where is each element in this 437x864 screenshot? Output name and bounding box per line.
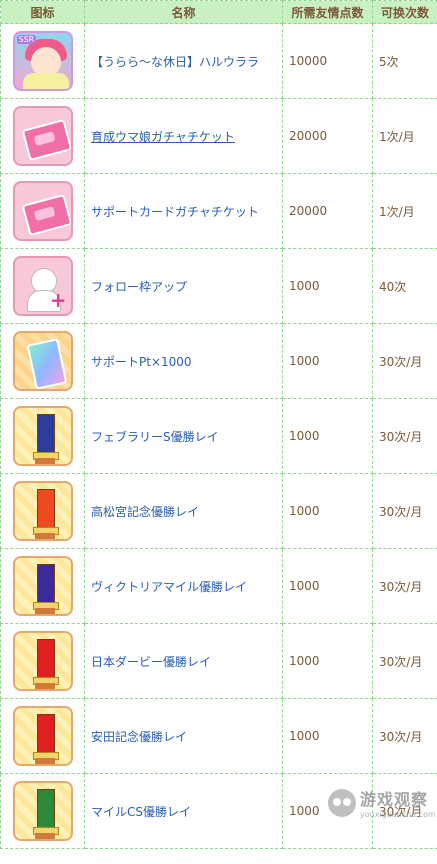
item-name-cell: サポートカードガチャチケット bbox=[84, 173, 283, 249]
table-row: 安田記念優勝レイ 1000 30次/月 bbox=[0, 698, 437, 774]
icon-cell bbox=[0, 698, 85, 774]
character-portrait-icon: SSR bbox=[12, 31, 73, 91]
item-name-cell: サポートPt×1000 bbox=[84, 323, 283, 399]
victory-sash-icon bbox=[12, 481, 73, 541]
limit-cell: 1次/月 bbox=[372, 98, 437, 174]
icon-cell bbox=[0, 98, 85, 174]
gacha-ticket-icon bbox=[12, 106, 73, 166]
follow-slot-icon: + bbox=[12, 256, 73, 316]
item-name: フェブラリーS優勝レイ bbox=[91, 429, 219, 444]
cost-cell: 1000 bbox=[282, 398, 373, 474]
item-name: 高松宮記念優勝レイ bbox=[91, 504, 200, 519]
limit-cell: 30次/月 bbox=[372, 473, 437, 549]
item-name-cell: 高松宮記念優勝レイ bbox=[84, 473, 283, 549]
limit-cell: 1次/月 bbox=[372, 173, 437, 249]
header-icon: 图标 bbox=[0, 0, 85, 24]
icon-cell bbox=[0, 773, 85, 849]
header-limit: 可换次数 bbox=[372, 0, 437, 24]
item-name: ヴィクトリアマイル優勝レイ bbox=[91, 579, 248, 594]
item-name-cell: フェブラリーS優勝レイ bbox=[84, 398, 283, 474]
limit-cell: 40次 bbox=[372, 248, 437, 324]
item-name-cell: 安田記念優勝レイ bbox=[84, 698, 283, 774]
icon-cell: SSR bbox=[0, 23, 85, 99]
victory-sash-icon bbox=[12, 706, 73, 766]
limit-cell: 30次/月 bbox=[372, 548, 437, 624]
cost-cell: 1000 bbox=[282, 323, 373, 399]
cost-cell: 1000 bbox=[282, 548, 373, 624]
watermark-cn: 游戏观察 bbox=[360, 790, 429, 809]
limit-cell: 30次/月 bbox=[372, 323, 437, 399]
support-ticket-icon bbox=[12, 181, 73, 241]
item-name-cell: 【うらら～な休日】ハルウララ bbox=[84, 23, 283, 99]
item-name: フォロー枠アップ bbox=[91, 279, 188, 294]
support-pt-card-icon bbox=[12, 331, 73, 391]
table-row: フェブラリーS優勝レイ 1000 30次/月 bbox=[0, 398, 437, 474]
table-row: 育成ウマ娘ガチャチケット 20000 1次/月 bbox=[0, 98, 437, 174]
icon-cell bbox=[0, 173, 85, 249]
item-name: 【うらら～な休日】ハルウララ bbox=[91, 54, 260, 69]
table-row: 高松宮記念優勝レイ 1000 30次/月 bbox=[0, 473, 437, 549]
header-name: 名称 bbox=[84, 0, 283, 24]
victory-sash-icon bbox=[12, 631, 73, 691]
table-row: ヴィクトリアマイル優勝レイ 1000 30次/月 bbox=[0, 548, 437, 624]
icon-cell bbox=[0, 623, 85, 699]
cost-cell: 1000 bbox=[282, 248, 373, 324]
limit-cell: 5次 bbox=[372, 23, 437, 99]
cost-cell: 20000 bbox=[282, 173, 373, 249]
table-row: サポートPt×1000 1000 30次/月 bbox=[0, 323, 437, 399]
icon-cell: + bbox=[0, 248, 85, 324]
watermark-logo-icon bbox=[328, 788, 356, 817]
item-name-cell: フォロー枠アップ bbox=[84, 248, 283, 324]
limit-cell: 30次/月 bbox=[372, 698, 437, 774]
icon-cell bbox=[0, 548, 85, 624]
limit-cell: 30次/月 bbox=[372, 623, 437, 699]
victory-sash-icon bbox=[12, 781, 73, 841]
item-name[interactable]: 育成ウマ娘ガチャチケット bbox=[91, 130, 235, 144]
watermark: 游戏观察 youxiguancha.com bbox=[328, 786, 436, 819]
cost-cell: 1000 bbox=[282, 698, 373, 774]
item-name-cell: マイルCS優勝レイ bbox=[84, 773, 283, 849]
item-name-cell[interactable]: 育成ウマ娘ガチャチケット bbox=[84, 98, 283, 174]
icon-cell bbox=[0, 323, 85, 399]
item-name: サポートPt×1000 bbox=[91, 354, 192, 369]
exchange-table: 图标 名称 所需友情点数 可换次数 SSR 【うらら～な休日】ハルウララ 10000… bbox=[0, 0, 437, 849]
table-header-row: 图标 名称 所需友情点数 可换次数 bbox=[0, 0, 437, 24]
cost-cell: 1000 bbox=[282, 473, 373, 549]
item-name: 日本ダービー優勝レイ bbox=[91, 654, 212, 669]
victory-sash-icon bbox=[12, 406, 73, 466]
watermark-en: youxiguancha.com bbox=[360, 810, 436, 819]
cost-cell: 10000 bbox=[282, 23, 373, 99]
limit-cell: 30次/月 bbox=[372, 398, 437, 474]
item-name: サポートカードガチャチケット bbox=[91, 204, 259, 219]
cost-cell: 20000 bbox=[282, 98, 373, 174]
icon-cell bbox=[0, 473, 85, 549]
table-row: サポートカードガチャチケット 20000 1次/月 bbox=[0, 173, 437, 249]
item-name-cell: ヴィクトリアマイル優勝レイ bbox=[84, 548, 283, 624]
table-row: 日本ダービー優勝レイ 1000 30次/月 bbox=[0, 623, 437, 699]
item-name: マイルCS優勝レイ bbox=[91, 804, 191, 819]
victory-sash-icon bbox=[12, 556, 73, 616]
table-row: + フォロー枠アップ 1000 40次 bbox=[0, 248, 437, 324]
item-name: 安田記念優勝レイ bbox=[91, 729, 188, 744]
cost-cell: 1000 bbox=[282, 623, 373, 699]
table-row: SSR 【うらら～な休日】ハルウララ 10000 5次 bbox=[0, 23, 437, 99]
header-cost: 所需友情点数 bbox=[282, 0, 373, 24]
icon-cell bbox=[0, 398, 85, 474]
item-name-cell: 日本ダービー優勝レイ bbox=[84, 623, 283, 699]
